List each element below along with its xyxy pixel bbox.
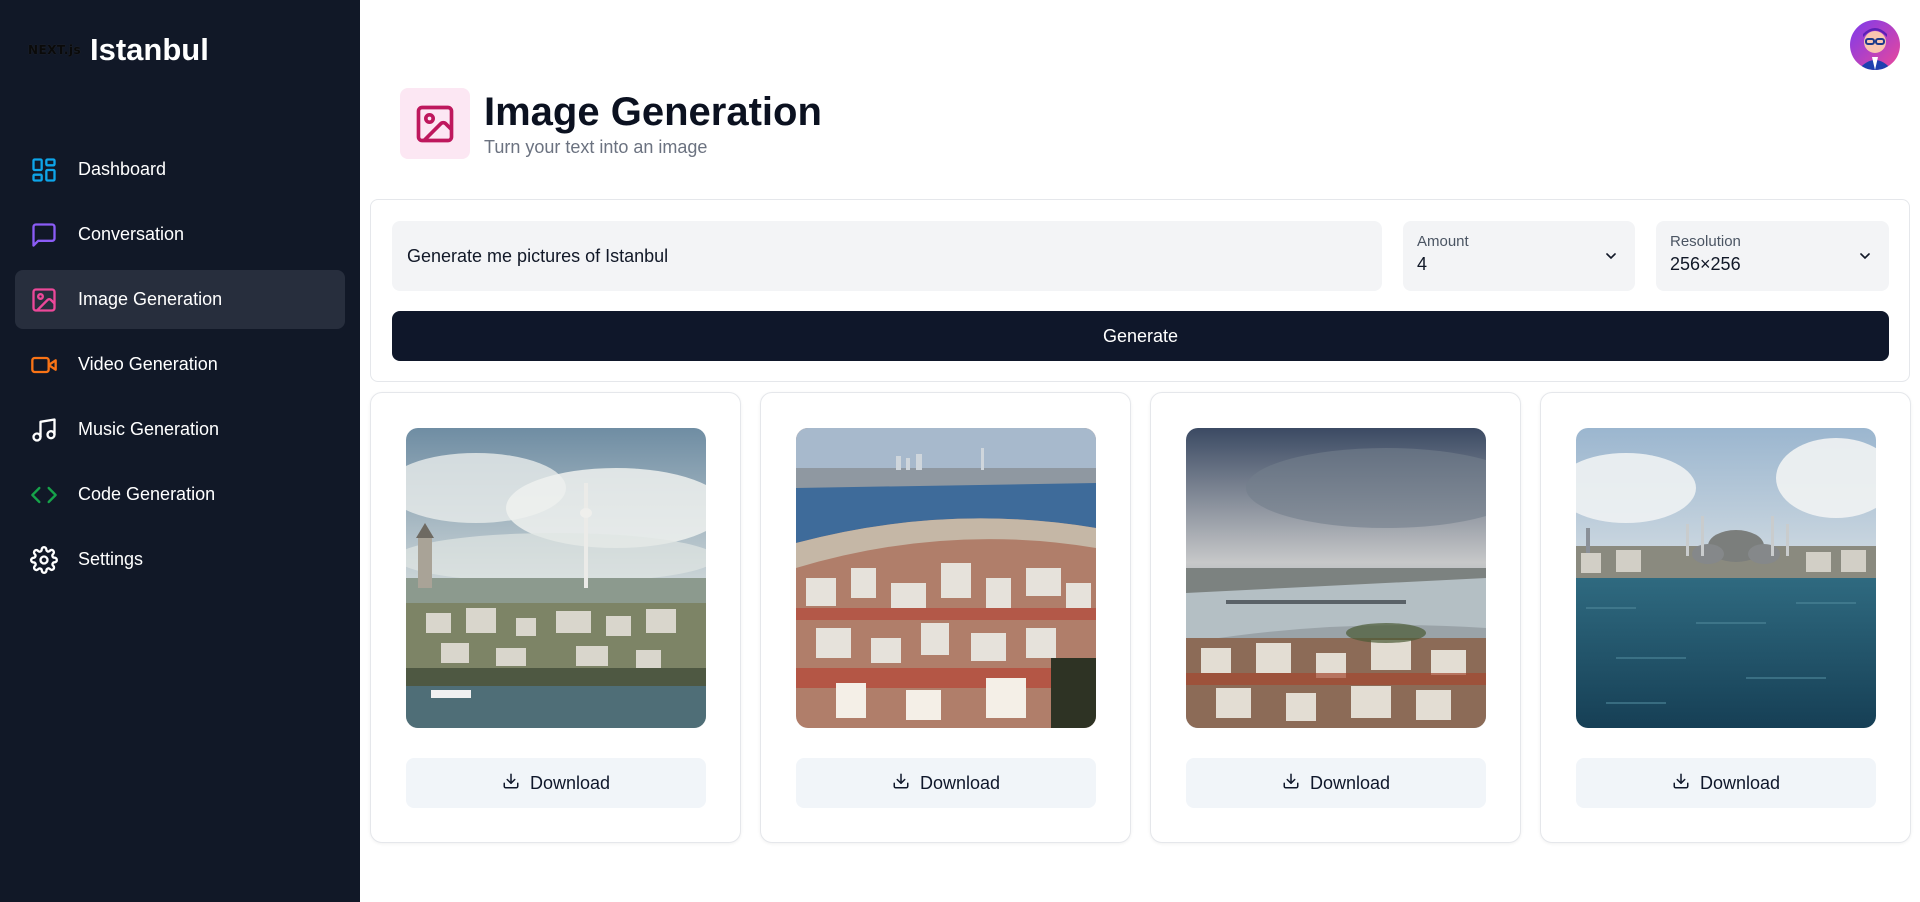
message-square-icon — [29, 220, 59, 250]
user-avatar[interactable] — [1850, 20, 1900, 70]
generated-image — [406, 428, 706, 728]
generation-form: Generate me pictures of Istanbul Amount … — [370, 199, 1910, 382]
video-icon — [29, 350, 59, 380]
sidebar-item-label: Video Generation — [78, 354, 218, 374]
chevron-down-icon — [1603, 248, 1619, 269]
download-icon — [502, 772, 520, 795]
sidebar-item-dashboard[interactable]: Dashboard — [15, 140, 345, 199]
main-content: Image Generation Turn your text into an … — [360, 0, 1920, 902]
download-icon — [1672, 772, 1690, 795]
sidebar-item-label: Dashboard — [78, 159, 167, 179]
generated-image — [796, 428, 1096, 728]
download-label: Download — [1309, 772, 1391, 793]
sidebar: NEXT.js Istanbul Dashboard Conversation … — [0, 0, 360, 902]
brand-name: Istanbul — [90, 32, 209, 67]
gear-icon — [29, 545, 59, 575]
sidebar-item-label: Code Generation — [78, 484, 216, 504]
sidebar-item-conversation[interactable]: Conversation — [15, 205, 345, 264]
sidebar-item-music-generation[interactable]: Music Generation — [15, 400, 345, 459]
resolution-value: 256×256 — [1670, 254, 1741, 274]
download-icon — [1282, 772, 1300, 795]
sidebar-item-image-generation[interactable]: Image Generation — [15, 270, 345, 329]
download-button[interactable]: Download — [1576, 758, 1876, 808]
results-grid: Download Download Download Download — [370, 392, 1911, 843]
download-label: Download — [529, 772, 611, 793]
chevron-down-icon — [1857, 248, 1873, 269]
page-heading: Image Generation Turn your text into an … — [400, 88, 822, 159]
sidebar-item-label: Image Generation — [78, 289, 223, 309]
resolution-label: Resolution — [1670, 233, 1741, 250]
music-icon — [29, 415, 59, 445]
logo-text: NEXT.js — [28, 43, 82, 57]
result-card: Download — [1150, 392, 1521, 843]
download-button[interactable]: Download — [796, 758, 1096, 808]
image-icon — [400, 88, 470, 159]
nextjs-logo: NEXT.js — [28, 43, 82, 57]
generate-button[interactable]: Generate — [392, 311, 1889, 361]
result-card: Download — [760, 392, 1131, 843]
page-title: Image Generation — [484, 90, 822, 134]
sidebar-item-label: Music Generation — [78, 419, 220, 439]
download-button[interactable]: Download — [1186, 758, 1486, 808]
sidebar-item-label: Conversation — [78, 224, 185, 244]
amount-value: 4 — [1417, 254, 1428, 274]
code-icon — [29, 480, 59, 510]
sidebar-nav: Dashboard Conversation Image Generation … — [15, 140, 345, 595]
generated-image — [1576, 428, 1876, 728]
result-card: Download — [370, 392, 741, 843]
sidebar-item-settings[interactable]: Settings — [15, 530, 345, 589]
download-icon — [892, 772, 910, 795]
generated-image — [1186, 428, 1486, 728]
sidebar-item-label: Settings — [78, 549, 144, 569]
download-label: Download — [1699, 772, 1781, 793]
brand[interactable]: NEXT.js Istanbul — [28, 28, 209, 72]
result-card: Download — [1540, 392, 1911, 843]
sidebar-item-video-generation[interactable]: Video Generation — [15, 335, 345, 394]
resolution-select[interactable]: Resolution 256×256 — [1656, 221, 1889, 291]
page-subtitle: Turn your text into an image — [484, 137, 708, 157]
sidebar-item-code-generation[interactable]: Code Generation — [15, 465, 345, 524]
image-icon — [29, 285, 59, 315]
download-label: Download — [919, 772, 1001, 793]
prompt-input[interactable]: Generate me pictures of Istanbul — [392, 221, 1382, 291]
amount-select[interactable]: Amount 4 — [1403, 221, 1635, 291]
download-button[interactable]: Download — [406, 758, 706, 808]
amount-label: Amount — [1417, 233, 1469, 250]
dashboard-icon — [29, 155, 59, 185]
